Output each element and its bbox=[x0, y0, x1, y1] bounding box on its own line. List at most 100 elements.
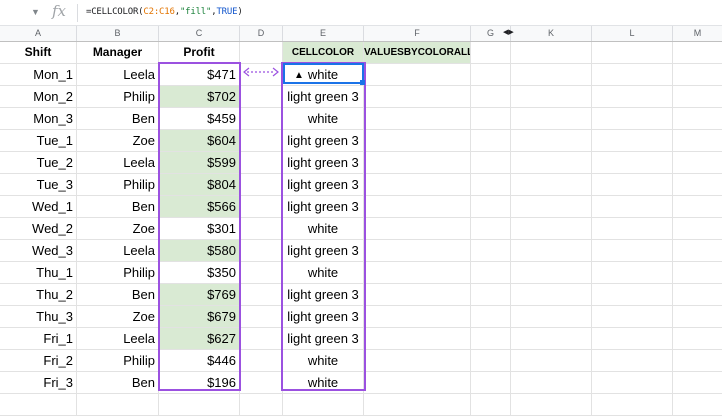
cell-l[interactable] bbox=[592, 174, 673, 195]
cell-l[interactable] bbox=[592, 108, 673, 129]
empty-cell-manager[interactable] bbox=[77, 394, 159, 415]
column-header-c[interactable]: C bbox=[159, 26, 240, 41]
cell-k[interactable] bbox=[511, 64, 592, 85]
cell-k[interactable] bbox=[511, 196, 592, 217]
cell-profit[interactable]: $196 bbox=[159, 372, 240, 393]
empty-cell-k[interactable] bbox=[511, 394, 592, 415]
cell-manager[interactable]: Ben bbox=[77, 372, 159, 393]
cell-shift[interactable]: Tue_2 bbox=[0, 152, 77, 173]
cell-m[interactable] bbox=[673, 328, 722, 349]
cell-k[interactable] bbox=[511, 218, 592, 239]
cell-k[interactable] bbox=[511, 372, 592, 393]
cell-profit[interactable]: $604 bbox=[159, 130, 240, 151]
cell-shift[interactable]: Fri_3 bbox=[0, 372, 77, 393]
cell-g[interactable] bbox=[471, 262, 511, 283]
cell-g[interactable] bbox=[471, 350, 511, 371]
empty-cell-cellcolor[interactable] bbox=[283, 394, 364, 415]
cell-k[interactable] bbox=[511, 240, 592, 261]
cell-l[interactable] bbox=[592, 218, 673, 239]
cell-profit[interactable]: $459 bbox=[159, 108, 240, 129]
cell-k[interactable] bbox=[511, 174, 592, 195]
cell-shift[interactable]: Wed_2 bbox=[0, 218, 77, 239]
cell-cellcolor[interactable]: light green 3 bbox=[283, 152, 364, 173]
cell-k[interactable] bbox=[511, 328, 592, 349]
cell-manager[interactable]: Leela bbox=[77, 152, 159, 173]
cell-g[interactable] bbox=[471, 174, 511, 195]
cell-l[interactable] bbox=[592, 262, 673, 283]
cell-shift[interactable]: Mon_3 bbox=[0, 108, 77, 129]
cell-profit[interactable]: $599 bbox=[159, 152, 240, 173]
cell-d[interactable] bbox=[240, 306, 283, 327]
column-header-d[interactable]: D bbox=[240, 26, 283, 41]
cell-k[interactable] bbox=[511, 262, 592, 283]
cell-cellcolor[interactable]: white bbox=[283, 108, 364, 129]
cell-cellcolor[interactable]: light green 3 bbox=[283, 196, 364, 217]
cell-g[interactable] bbox=[471, 306, 511, 327]
cell-g[interactable] bbox=[471, 64, 511, 85]
cell-m[interactable] bbox=[673, 350, 722, 371]
cell-manager[interactable]: Ben bbox=[77, 284, 159, 305]
column-header-k[interactable]: K bbox=[511, 26, 592, 41]
cell-profit[interactable]: $804 bbox=[159, 174, 240, 195]
cell-manager[interactable]: Zoe bbox=[77, 306, 159, 327]
cell-d[interactable] bbox=[240, 240, 283, 261]
column-header-f[interactable]: F bbox=[364, 26, 471, 41]
cell-l[interactable] bbox=[592, 328, 673, 349]
chevron-down-icon[interactable]: ▼ bbox=[31, 7, 40, 17]
cell-k[interactable] bbox=[511, 152, 592, 173]
cell-profit[interactable]: $566 bbox=[159, 196, 240, 217]
cell-profit[interactable]: $301 bbox=[159, 218, 240, 239]
cell-m[interactable] bbox=[673, 262, 722, 283]
header-cell-profit[interactable]: Profit bbox=[159, 42, 240, 63]
cell-k[interactable] bbox=[511, 284, 592, 305]
cell-k[interactable] bbox=[511, 350, 592, 371]
cell-manager[interactable]: Ben bbox=[77, 196, 159, 217]
cell-cellcolor[interactable]: light green 3 bbox=[283, 130, 364, 151]
header-cell-cellcolor[interactable]: CELLCOLOR bbox=[283, 42, 364, 63]
cell-f[interactable] bbox=[364, 196, 471, 217]
empty-cell-profit[interactable] bbox=[159, 394, 240, 415]
cell-manager[interactable]: Leela bbox=[77, 240, 159, 261]
cell-cellcolor[interactable]: white bbox=[283, 262, 364, 283]
cell-l[interactable] bbox=[592, 152, 673, 173]
column-header-l[interactable]: L bbox=[592, 26, 673, 41]
cell-cellcolor[interactable]: light green 3 bbox=[283, 240, 364, 261]
header-cell-manager[interactable]: Manager bbox=[77, 42, 159, 63]
cell-m[interactable] bbox=[673, 306, 722, 327]
cell-m[interactable] bbox=[673, 174, 722, 195]
cell-f[interactable] bbox=[364, 306, 471, 327]
cell-f[interactable] bbox=[364, 64, 471, 85]
header-cell-l[interactable] bbox=[592, 42, 673, 63]
cell-profit[interactable]: $350 bbox=[159, 262, 240, 283]
cell-d[interactable] bbox=[240, 350, 283, 371]
cell-m[interactable] bbox=[673, 86, 722, 107]
cell-g[interactable] bbox=[471, 284, 511, 305]
cell-f[interactable] bbox=[364, 174, 471, 195]
cell-g[interactable] bbox=[471, 130, 511, 151]
cell-l[interactable] bbox=[592, 350, 673, 371]
cell-shift[interactable]: Thu_1 bbox=[0, 262, 77, 283]
fill-handle[interactable] bbox=[360, 80, 365, 85]
cell-cellcolor[interactable]: light green 3 bbox=[283, 328, 364, 349]
cell-f[interactable] bbox=[364, 240, 471, 261]
empty-cell-shift[interactable] bbox=[0, 394, 77, 415]
cell-l[interactable] bbox=[592, 130, 673, 151]
cell-profit[interactable]: $702 bbox=[159, 86, 240, 107]
cell-shift[interactable]: Wed_3 bbox=[0, 240, 77, 261]
cell-m[interactable] bbox=[673, 108, 722, 129]
cell-shift[interactable]: Thu_2 bbox=[0, 284, 77, 305]
cell-m[interactable] bbox=[673, 284, 722, 305]
cell-f[interactable] bbox=[364, 108, 471, 129]
cell-k[interactable] bbox=[511, 108, 592, 129]
cell-profit[interactable]: $679 bbox=[159, 306, 240, 327]
cell-profit[interactable]: $446 bbox=[159, 350, 240, 371]
cell-manager[interactable]: Zoe bbox=[77, 130, 159, 151]
cell-shift[interactable]: Mon_1 bbox=[0, 64, 77, 85]
formula-input[interactable]: =CELLCOLOR(C2:C16,"fill",TRUE) bbox=[86, 7, 243, 17]
cell-d[interactable] bbox=[240, 130, 283, 151]
cell-m[interactable] bbox=[673, 64, 722, 85]
header-cell-d[interactable] bbox=[240, 42, 283, 63]
cell-m[interactable] bbox=[673, 240, 722, 261]
cell-f[interactable] bbox=[364, 130, 471, 151]
cell-manager[interactable]: Philip bbox=[77, 86, 159, 107]
